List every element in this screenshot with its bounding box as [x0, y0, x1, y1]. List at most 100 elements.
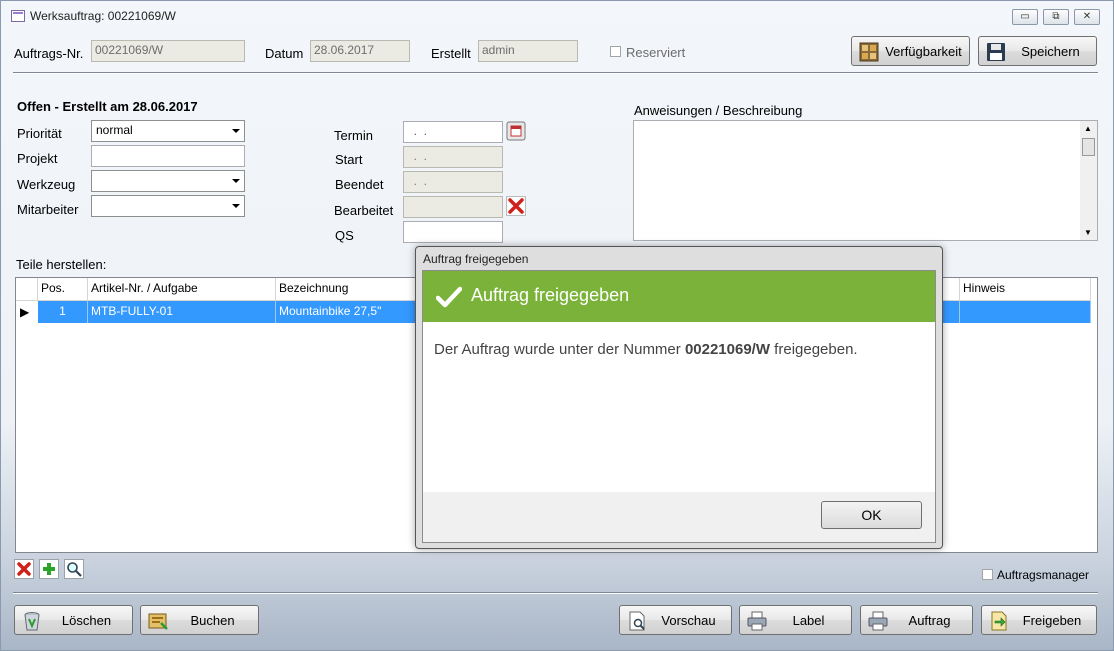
window-title: Werksauftrag: 00221069/W — [30, 9, 176, 23]
date-label: Datum — [265, 46, 304, 61]
column-header-article[interactable]: Artikel-Nr. / Aufgabe — [88, 278, 276, 301]
title-bar: Werksauftrag: 00221069/W ▭ ⧉ ✕ — [1, 1, 1113, 31]
instructions-scrollbar[interactable]: ▲ ▼ — [1080, 121, 1097, 240]
dialog-message: Der Auftrag wurde unter der Nummer 00221… — [434, 341, 858, 358]
order-print-button-label: Auftrag — [908, 612, 951, 628]
close-button[interactable]: ✕ — [1074, 9, 1100, 25]
add-row-button[interactable] — [39, 559, 59, 579]
chevron-down-icon — [232, 129, 240, 133]
release-button[interactable]: Freigeben — [981, 605, 1097, 635]
save-button[interactable]: Speichern — [978, 36, 1097, 66]
column-header-pos[interactable]: Pos. — [38, 278, 88, 301]
remove-row-button[interactable] — [14, 559, 34, 579]
save-button-label: Speichern — [1021, 43, 1080, 59]
floppy-disk-icon — [987, 43, 1005, 61]
parts-section-label: Teile herstellen: — [16, 257, 107, 272]
calendar-icon[interactable] — [506, 121, 526, 141]
dialog-message-prefix: Der Auftrag wurde unter der Nummer — [434, 341, 685, 358]
order-manager-checkbox[interactable] — [982, 569, 993, 580]
red-x-icon — [17, 562, 31, 576]
priority-select[interactable]: normal — [91, 120, 245, 142]
chevron-down-icon — [232, 179, 240, 183]
column-header-note[interactable]: Hinweis — [960, 278, 1091, 301]
cell-pos[interactable]: 1 — [38, 301, 88, 323]
magnifier-icon — [67, 562, 82, 577]
scroll-thumb[interactable] — [1082, 138, 1095, 156]
dialog-header: Auftrag freigegeben — [423, 271, 935, 322]
dialog-heading: Auftrag freigegeben — [471, 285, 630, 305]
book-button[interactable]: Buchen — [140, 605, 259, 635]
window-form-icon — [11, 10, 25, 22]
order-no-label: Auftrags-Nr. — [14, 46, 84, 61]
scroll-down-icon[interactable]: ▼ — [1084, 228, 1092, 237]
preview-button-label: Vorschau — [661, 612, 716, 628]
footer-separator — [13, 592, 1098, 594]
shelf-boxes-icon — [859, 42, 879, 62]
created-label: Erstellt — [431, 46, 471, 61]
release-button-label: Freigeben — [1022, 612, 1082, 628]
restore-button[interactable]: ⧉ — [1043, 9, 1069, 25]
availability-button-label: Verfügbarkeit — [885, 43, 962, 59]
dialog-message-number: 00221069/W — [684, 341, 771, 358]
label-button-label: Label — [792, 612, 825, 628]
order-released-dialog: Auftrag freigegeben Auftrag freigegeben … — [415, 246, 943, 549]
edited-field[interactable] — [403, 196, 503, 218]
checkmark-icon — [436, 286, 462, 308]
printer-icon — [868, 611, 888, 631]
order-no-field[interactable]: 00221069/W — [91, 40, 245, 62]
instructions-textarea[interactable]: ▲ ▼ — [633, 120, 1098, 241]
priority-value: normal — [96, 123, 133, 137]
reserved-label: Reserviert — [626, 45, 686, 60]
status-text: Offen - Erstellt am 28.06.2017 — [17, 99, 198, 114]
header-separator — [13, 72, 1098, 74]
project-label: Projekt — [17, 151, 58, 166]
row-indicator-icon: ▶ — [20, 305, 30, 319]
document-magnifier-icon — [629, 611, 645, 631]
printer-icon — [747, 611, 767, 631]
cell-note[interactable] — [960, 301, 1091, 323]
tool-label: Werkzeug — [17, 177, 76, 192]
edited-label: Bearbeitet — [334, 203, 394, 218]
dialog-body: Auftrag freigegeben Der Auftrag wurde un… — [422, 270, 936, 543]
chevron-down-icon — [232, 204, 240, 208]
green-plus-icon — [43, 563, 55, 575]
employee-label: Mitarbeiter — [17, 202, 79, 217]
clear-x-icon[interactable] — [506, 196, 526, 216]
dialog-title: Auftrag freigegeben — [423, 252, 529, 266]
grid-corner — [16, 278, 38, 301]
instructions-label: Anweisungen / Beschreibung — [634, 103, 803, 118]
qs-label: QS — [335, 228, 354, 243]
ledger-book-icon — [148, 613, 168, 630]
book-button-label: Buchen — [190, 612, 235, 628]
scroll-up-icon[interactable]: ▲ — [1084, 124, 1092, 133]
search-row-button[interactable] — [64, 559, 84, 579]
delete-button[interactable]: Löschen — [14, 605, 133, 635]
dialog-message-suffix: freigegeben. — [770, 341, 858, 358]
trash-can-icon — [24, 612, 40, 631]
cell-article[interactable]: MTB-FULLY-01 — [88, 301, 276, 323]
label-button[interactable]: Label — [739, 605, 852, 635]
reserved-checkbox[interactable] — [610, 46, 621, 57]
qs-field[interactable] — [403, 221, 503, 243]
employee-select[interactable] — [91, 195, 245, 217]
order-manager-label: Auftragsmanager — [997, 568, 1090, 582]
tool-select[interactable] — [91, 170, 245, 192]
priority-label: Priorität — [17, 126, 62, 141]
minimize-button[interactable]: ▭ — [1012, 9, 1038, 25]
dialog-footer: OK — [423, 492, 935, 542]
project-field[interactable] — [91, 145, 245, 167]
deadline-field[interactable]: . . — [403, 121, 503, 143]
ok-button[interactable]: OK — [821, 501, 922, 529]
date-field[interactable]: 28.06.2017 — [310, 40, 410, 62]
start-field[interactable]: . . — [403, 146, 503, 168]
delete-button-label: Löschen — [61, 612, 112, 628]
preview-button[interactable]: Vorschau — [619, 605, 732, 635]
deadline-label: Termin — [334, 128, 374, 143]
created-field[interactable]: admin — [478, 40, 578, 62]
start-label: Start — [335, 152, 363, 167]
work-order-window: Werksauftrag: 00221069/W ▭ ⧉ ✕ Auftrags-… — [0, 0, 1114, 651]
finished-field[interactable]: . . — [403, 171, 503, 193]
order-print-button[interactable]: Auftrag — [860, 605, 973, 635]
availability-button[interactable]: Verfügbarkeit — [851, 36, 970, 66]
document-arrow-icon — [991, 611, 1007, 631]
